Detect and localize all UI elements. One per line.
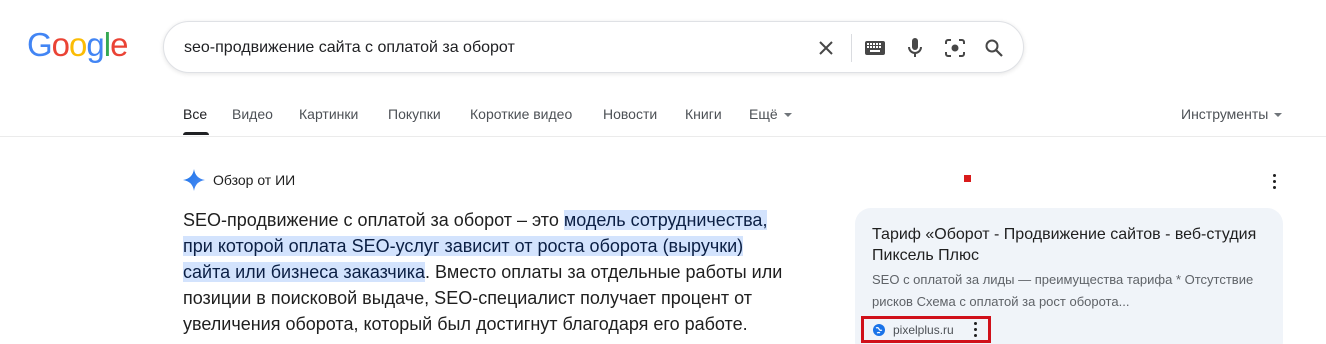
lens-icon[interactable] — [943, 36, 967, 60]
clear-icon[interactable] — [814, 36, 838, 60]
search-box — [163, 21, 1024, 73]
tab-shopping[interactable]: Покупки — [388, 104, 441, 124]
active-tab-indicator — [183, 132, 209, 135]
source-more-icon[interactable] — [968, 320, 984, 340]
search-icon[interactable] — [982, 36, 1006, 60]
chevron-down-icon — [783, 113, 792, 118]
logo-letter: G — [27, 26, 53, 63]
tools-button[interactable]: Инструменты — [1181, 104, 1283, 124]
google-logo[interactable]: Google — [27, 26, 128, 63]
favicon-icon — [873, 323, 885, 336]
microphone-icon[interactable] — [903, 36, 927, 60]
logo-letter: o — [51, 26, 70, 63]
chevron-down-icon — [1274, 113, 1283, 118]
logo-letter: e — [110, 26, 128, 63]
tabs-divider — [0, 136, 1326, 137]
annotation-marker — [964, 175, 971, 182]
ai-text-highlight[interactable]: сайта или бизнеса заказчика — [183, 262, 426, 282]
logo-letter: o — [69, 26, 87, 63]
search-input[interactable] — [184, 36, 794, 60]
tab-books[interactable]: Книги — [685, 104, 722, 124]
ai-text-highlight[interactable]: при которой оплата SEO-услуг зависит от … — [183, 236, 744, 256]
tab-video[interactable]: Видео — [232, 104, 273, 124]
ai-overview-label: Обзор от ИИ — [213, 172, 296, 188]
source-site-name: pixelplus.ru — [893, 322, 954, 337]
source-card-title[interactable]: Тариф «Оборот - Продвижение сайтов - веб… — [872, 224, 1272, 266]
keyboard-icon[interactable] — [863, 36, 887, 60]
search-divider — [851, 34, 852, 62]
tools-label: Инструменты — [1181, 106, 1269, 122]
ai-text-highlight[interactable]: модель сотрудничества, — [563, 210, 768, 230]
more-options-icon[interactable] — [1266, 171, 1282, 191]
sparkle-icon — [183, 169, 205, 191]
tab-short-videos[interactable]: Короткие видео — [470, 104, 572, 124]
ai-overview-header: Обзор от ИИ — [183, 168, 295, 192]
logo-letter: g — [86, 26, 104, 63]
tab-all[interactable]: Все — [183, 104, 207, 124]
ai-text-segment: SEO-продвижение с оплатой за оборот – эт… — [183, 210, 564, 230]
source-card-snippet: SEO с оплатой за лиды — преимущества тар… — [872, 272, 1254, 309]
source-site-annotation[interactable]: pixelplus.ru — [861, 316, 991, 343]
tab-images[interactable]: Картинки — [299, 104, 358, 124]
ai-overview-text: SEO-продвижение с оплатой за оборот – эт… — [183, 207, 793, 337]
tab-more-label: Ещё — [749, 106, 778, 122]
tab-more[interactable]: Ещё — [749, 104, 792, 124]
tab-news[interactable]: Новости — [603, 104, 657, 124]
